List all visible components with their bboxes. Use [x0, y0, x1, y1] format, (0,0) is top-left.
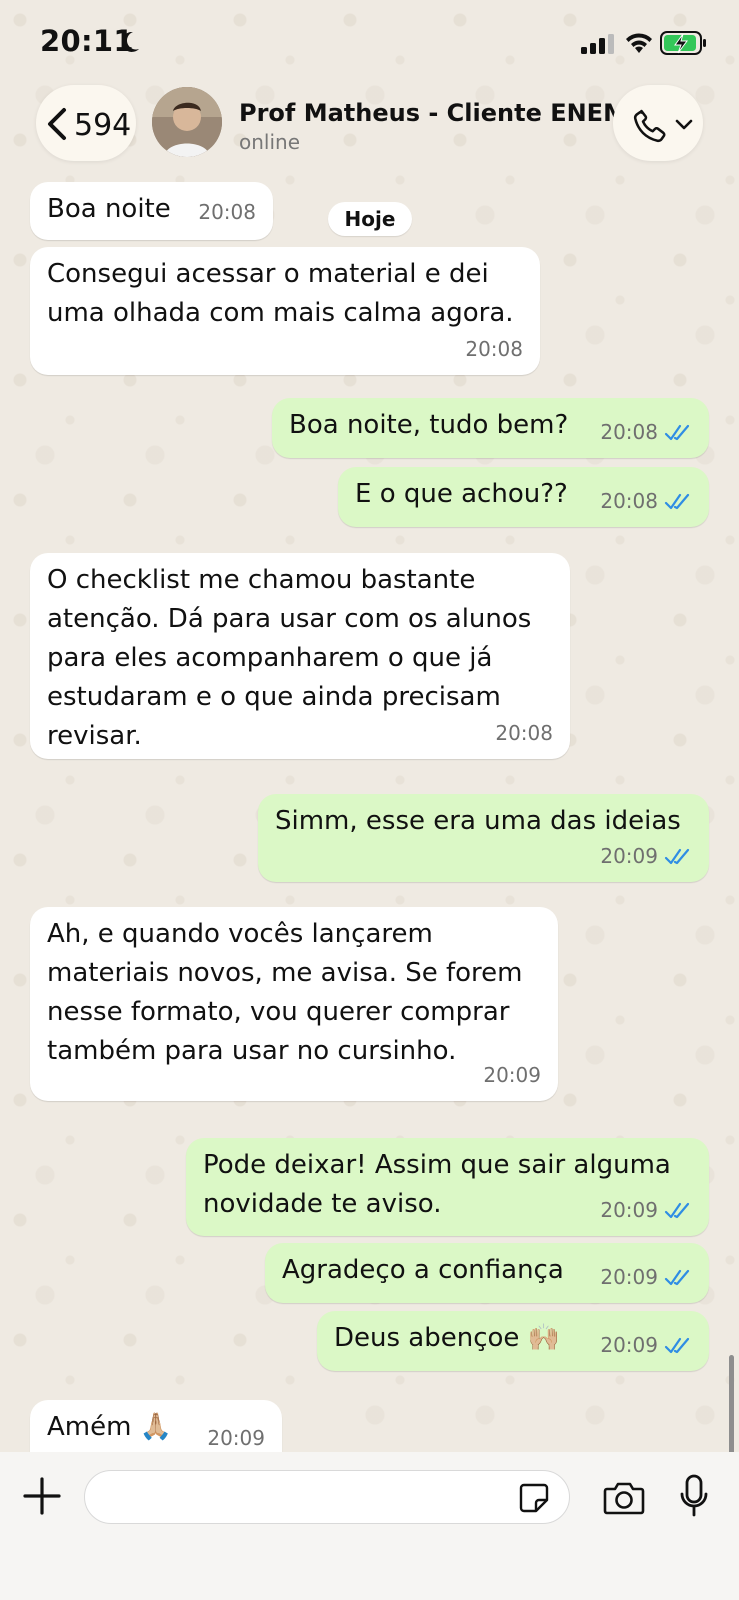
message-meta: 20:08 — [465, 330, 523, 369]
message-outgoing[interactable]: Simm, esse era uma das ideias 20:09 — [258, 794, 709, 882]
message-meta: 20:09 — [207, 1419, 265, 1452]
message-meta: 20:09 — [600, 1258, 692, 1297]
message-outgoing[interactable]: Agradeço a confiança 20:09 — [265, 1243, 709, 1303]
cellular-signal-icon — [581, 34, 614, 54]
message-time: 20:09 — [600, 1333, 658, 1357]
avatar-photo — [152, 87, 222, 157]
message-text: E o que achou?? — [355, 479, 568, 509]
moon-icon — [121, 31, 139, 52]
message-incoming[interactable]: Consegui acessar o material e dei uma ol… — [30, 247, 540, 375]
message-incoming[interactable]: Boa noite 20:08 — [30, 182, 273, 240]
message-outgoing[interactable]: Pode deixar! Assim que sair alguma novid… — [186, 1138, 709, 1236]
back-button[interactable]: 594 — [36, 85, 136, 161]
message-meta: 20:09 — [600, 1326, 692, 1365]
message-incoming[interactable]: Ah, e quando vocês lançarem materiais no… — [30, 907, 558, 1101]
date-separator: Hoje — [328, 202, 412, 236]
message-text: O checklist me chamou bastante atenção. … — [47, 565, 532, 751]
message-text: Boa noite, tudo bem? — [289, 410, 569, 440]
composer-bar — [0, 1452, 739, 1600]
wifi-icon — [626, 33, 652, 53]
double-check-read-icon — [664, 424, 690, 440]
double-check-read-icon — [664, 848, 690, 864]
message-incoming[interactable]: O checklist me chamou bastante atenção. … — [30, 553, 570, 759]
message-time: 20:08 — [600, 489, 658, 513]
message-text: Deus abençoe 🙌🏼 — [334, 1323, 561, 1353]
phone-icon — [633, 109, 666, 143]
camera-icon[interactable] — [603, 1480, 645, 1516]
message-time: 20:09 — [483, 1063, 541, 1087]
message-text: Agradeço a confiança — [282, 1255, 564, 1285]
message-time: 20:09 — [600, 844, 658, 868]
message-time: 20:08 — [465, 337, 523, 361]
chat-header: 594 Prof Matheus - Cliente ENEM online — [0, 80, 739, 170]
message-text: Consegui acessar o material e dei uma ol… — [47, 259, 514, 328]
message-outgoing[interactable]: E o que achou?? 20:08 — [338, 467, 709, 527]
message-text: Ah, e quando vocês lançarem materiais no… — [47, 919, 523, 1066]
message-outgoing[interactable]: Boa noite, tudo bem? 20:08 — [272, 398, 709, 458]
scrollbar[interactable] — [729, 1355, 734, 1452]
status-bar: 20:11 — [0, 0, 739, 80]
message-text: Amém 🙏🏼 — [47, 1412, 173, 1442]
call-button[interactable] — [613, 85, 703, 161]
message-time: 20:08 — [600, 420, 658, 444]
message-time: 20:08 — [198, 200, 256, 224]
message-incoming[interactable]: Amém 🙏🏼 20:09 — [30, 1400, 282, 1452]
message-time: 20:09 — [600, 1198, 658, 1222]
double-check-read-icon — [664, 493, 690, 509]
chevron-left-icon — [48, 108, 66, 140]
double-check-read-icon — [664, 1269, 690, 1285]
microphone-icon[interactable] — [679, 1474, 709, 1518]
contact-avatar[interactable] — [152, 87, 222, 157]
plus-icon[interactable] — [22, 1476, 62, 1516]
sticker-icon[interactable] — [518, 1482, 550, 1514]
battery-charging-icon — [660, 31, 706, 55]
message-meta: 20:08 — [198, 193, 256, 232]
message-meta: 20:09 — [600, 1191, 692, 1230]
double-check-read-icon — [664, 1337, 690, 1353]
message-time: 20:09 — [600, 1265, 658, 1289]
message-text: Simm, esse era uma das ideias — [275, 806, 681, 836]
message-input[interactable] — [84, 1470, 570, 1524]
message-meta: 20:09 — [600, 837, 692, 876]
chevron-down-icon — [675, 119, 693, 130]
contact-status: online — [239, 130, 301, 154]
message-text: Boa noite — [47, 194, 171, 224]
double-check-read-icon — [664, 1202, 690, 1218]
message-time: 20:08 — [495, 721, 553, 745]
message-meta: 20:08 — [495, 714, 553, 753]
message-meta: 20:08 — [600, 413, 692, 452]
message-meta: 20:09 — [483, 1056, 541, 1095]
unread-count: 594 — [74, 108, 132, 143]
contact-name[interactable]: Prof Matheus - Cliente ENEM — [239, 99, 627, 127]
message-time: 20:09 — [207, 1426, 265, 1450]
message-meta: 20:08 — [600, 482, 692, 521]
message-outgoing[interactable]: Deus abençoe 🙌🏼 20:09 — [317, 1311, 709, 1371]
message-list[interactable]: Hoje Boa noite 20:08 Consegui acessar o … — [0, 170, 739, 1452]
